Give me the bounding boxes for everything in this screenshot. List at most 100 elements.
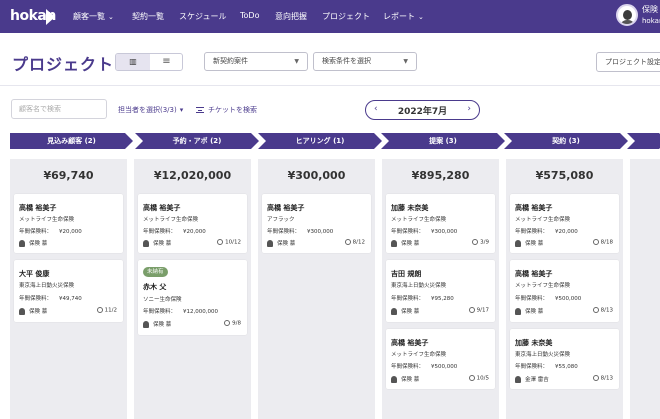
stage-contract[interactable]: 契約 (3): [504, 133, 628, 149]
card-date: 11/2: [96, 307, 117, 314]
board-view-button[interactable]: ▥: [116, 54, 150, 70]
card-premium: 年間保険料： ¥95,280: [391, 294, 454, 302]
user-avatar[interactable]: [616, 4, 638, 26]
card-date-value: 8/12: [352, 239, 365, 246]
nav-customers[interactable]: 顧客一覧 ⌄: [73, 11, 114, 22]
nav-project[interactable]: プロジェクト: [322, 11, 370, 22]
deal-card[interactable]: 未納有 赤木 父 ソニー生命保険 年間保険料： ¥12,000,000 保険 慕 …: [138, 260, 247, 335]
top-navbar: hokan 顧客一覧 ⌄ 契約一覧 スケジュール ToDo 意向把握 プロジェクト…: [0, 0, 660, 33]
nav-schedule-label: スケジュール: [179, 12, 227, 21]
dropdown-arrow-icon: ▼: [294, 58, 299, 65]
card-premium-label: 年間保険料：: [19, 229, 53, 235]
card-premium: 年間保険料： ¥20,000: [19, 227, 82, 235]
chevron-down-icon: ⌄: [108, 13, 114, 21]
list-view-icon: ≡: [162, 56, 171, 67]
card-premium-value: ¥500,000: [555, 296, 582, 302]
card-premium: 年間保険料： ¥20,000: [515, 227, 578, 235]
next-month-button[interactable]: ›: [467, 104, 471, 114]
column-total: ¥895,280: [411, 169, 470, 182]
clock-icon: [592, 307, 599, 313]
condition-select[interactable]: 検索条件を選択 ▼: [313, 52, 417, 71]
card-date: 8/13: [592, 375, 613, 382]
person-icon: [143, 321, 149, 328]
person-icon: [19, 308, 25, 315]
card-premium-label: 年間保険料：: [391, 229, 425, 235]
person-icon: [515, 376, 521, 383]
deal-card[interactable]: 高橋 裕美子 メットライフ生命保険 年間保険料： ¥20,000 保険 慕 8/1…: [510, 194, 619, 253]
deal-card[interactable]: 吉田 規朗 東京海上日動火災保険 年間保険料： ¥95,280 保険 慕 9/17: [386, 260, 495, 322]
card-premium: 年間保険料： ¥12,000,000: [143, 307, 218, 315]
deal-card[interactable]: 加藤 未奈美 メットライフ生命保険 年間保険料： ¥300,000 保険 慕 3/…: [386, 194, 495, 253]
clock-icon: [217, 239, 224, 245]
nav-project-label: プロジェクト: [322, 12, 370, 21]
stage-hearing[interactable]: ヒアリング (1): [258, 133, 382, 149]
nav-report[interactable]: レポート ⌄: [383, 11, 424, 22]
nav-todo[interactable]: ToDo: [240, 11, 259, 20]
card-premium-label: 年間保険料：: [515, 296, 549, 302]
nav-intent[interactable]: 意向把握: [275, 11, 307, 22]
nav-schedule[interactable]: スケジュール: [179, 11, 226, 22]
card-premium: 年間保険料： ¥300,000: [267, 227, 333, 235]
deal-card[interactable]: 高橋 裕美子 メットライフ生命保険 年間保険料： ¥500,000 保険 慕 10…: [386, 329, 495, 389]
card-date: 3/9: [472, 239, 489, 246]
project-settings-button[interactable]: プロジェクト設定: [596, 52, 660, 72]
column-contract: ¥575,080 高橋 裕美子 メットライフ生命保険 年間保険料： ¥20,000…: [506, 159, 623, 419]
deal-card[interactable]: 加藤 未奈美 東京海上日動火災保険 年間保険料： ¥55,080 金澤 雷吉 8/…: [510, 329, 619, 389]
person-icon: [515, 240, 521, 247]
stage-prospect[interactable]: 見込み顧客 (2): [10, 133, 133, 149]
owner-select[interactable]: 担当者を選択(3/3) ▾: [118, 105, 183, 115]
stage-proposal[interactable]: 提案 (3): [381, 133, 505, 149]
deal-card[interactable]: 大平 俊康 東京海上日動火災保険 年間保険料： ¥49,740 保険 慕 11/2: [14, 260, 123, 322]
deal-card[interactable]: 高橋 裕美子 メットライフ生命保険 年間保険料： ¥500,000 保険 慕 8/…: [510, 260, 619, 322]
status-badge: 未納有: [143, 267, 168, 277]
card-owner: 保険 慕: [19, 239, 47, 247]
card-date-value: 3/9: [480, 239, 489, 246]
avatar-body-icon: [620, 20, 635, 24]
card-owner: 保険 慕: [391, 375, 419, 383]
card-premium-value: ¥20,000: [183, 229, 206, 235]
deal-card[interactable]: 高橋 裕美子 メットライフ生命保険 年間保険料： ¥20,000 保険 慕: [14, 194, 123, 253]
card-premium-label: 年間保険料：: [143, 309, 177, 315]
card-owner-name: 保険 慕: [401, 241, 420, 247]
card-premium-label: 年間保険料：: [391, 296, 425, 302]
card-insurer: 東京海上日動火災保険: [515, 352, 571, 358]
card-date: 8/12: [344, 239, 365, 246]
deal-card[interactable]: 高橋 裕美子 アフラック 年間保険料： ¥300,000 保険 慕 8/12: [262, 194, 371, 253]
ticket-search-button[interactable]: チケットを検索: [196, 105, 257, 115]
card-insurer: メットライフ生命保険: [19, 217, 75, 223]
chevron-down-icon: ⌄: [418, 13, 424, 21]
person-icon: [391, 240, 397, 247]
card-owner-name: 金澤 雷吉: [525, 377, 549, 383]
card-insurer: 東京海上日動火災保険: [19, 283, 75, 289]
card-premium-value: ¥95,280: [431, 296, 454, 302]
card-date: 8/13: [592, 307, 613, 314]
card-insurer: メットライフ生命保険: [143, 217, 199, 223]
card-owner: 保険 慕: [391, 239, 419, 247]
deal-card[interactable]: 高橋 裕美子 メットライフ生命保険 年間保険料： ¥20,000 保険 慕 10/…: [138, 194, 247, 253]
nav-intent-label: 意向把握: [275, 12, 307, 21]
card-owner: 保険 慕: [391, 307, 419, 315]
card-premium-value: ¥49,740: [59, 296, 82, 302]
list-view-button[interactable]: ≡: [150, 54, 182, 70]
card-insurer: メットライフ生命保険: [391, 217, 447, 223]
user-name: 保険: [642, 5, 658, 14]
condition-value: 検索条件を選択: [322, 57, 371, 65]
card-owner-name: 保険 慕: [29, 241, 48, 247]
card-premium-value: ¥20,000: [59, 229, 82, 235]
dropdown-arrow-icon: ▼: [403, 58, 408, 65]
contract-type-select[interactable]: 新契約案件 ▼: [204, 52, 308, 71]
person-icon: [515, 308, 521, 315]
board-view-icon: ▥: [129, 57, 137, 66]
stage-next[interactable]: [627, 133, 660, 149]
customer-search-input[interactable]: 顧客名で検索: [11, 99, 107, 119]
card-premium: 年間保険料： ¥20,000: [143, 227, 206, 235]
card-premium: 年間保険料： ¥500,000: [391, 362, 457, 370]
card-date-value: 11/2: [104, 307, 117, 314]
nav-contracts[interactable]: 契約一覧: [132, 11, 164, 22]
card-owner: 保険 慕: [143, 239, 171, 247]
card-premium: 年間保険料： ¥300,000: [391, 227, 457, 235]
column-hearing: ¥300,000 高橋 裕美子 アフラック 年間保険料： ¥300,000 保険 …: [258, 159, 375, 419]
stage-appointment[interactable]: 予約・アポ (2): [135, 133, 259, 149]
card-owner-name: 保険 慕: [525, 241, 544, 247]
card-premium: 年間保険料： ¥49,740: [19, 294, 82, 302]
